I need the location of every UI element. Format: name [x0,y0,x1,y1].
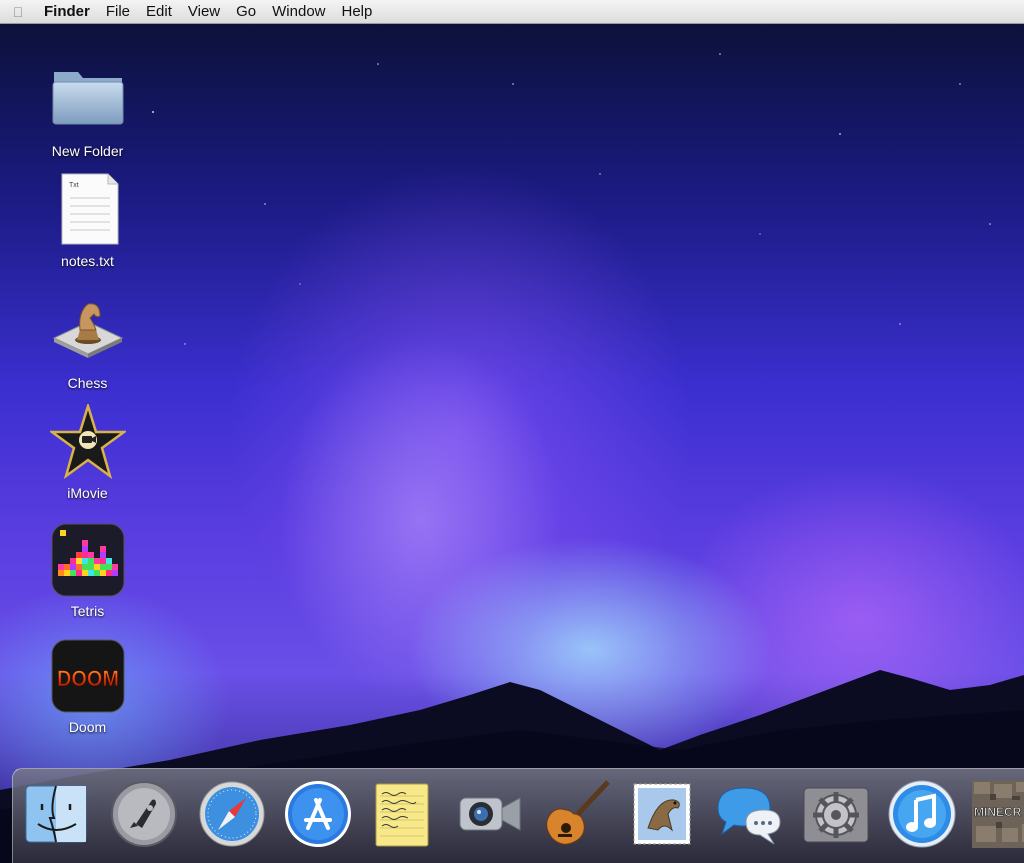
desktop-item-label: Doom [68,719,107,735]
menu-file[interactable]: File [98,0,138,23]
imovie-icon [47,401,128,480]
minecraft-icon: MINECR [972,780,1024,848]
safari-icon [199,781,265,847]
desktop-item-label: New Folder [51,143,124,159]
menu-go[interactable]: Go [228,0,264,23]
menu-view[interactable]: View [180,0,228,23]
dock-item-launchpad[interactable] [108,778,180,850]
txt-badge: Txt [69,182,79,189]
desktop-item-label: notes.txt [61,253,114,269]
desktop-item-doom[interactable]: DOOM Doom [40,638,135,736]
launchpad-icon [111,781,177,847]
dock-item-facetime[interactable] [454,778,526,850]
notes-icon [375,783,429,847]
tetris-icon [50,522,126,598]
desktop-item-label: Tetris [70,603,105,619]
menu-edit[interactable]: Edit [138,0,180,23]
finder-icon [25,785,87,843]
dock-item-finder[interactable] [20,778,92,850]
desktop-item-tetris[interactable]: Tetris [40,522,135,620]
stars [152,53,991,345]
chess-icon [50,294,126,370]
menu-help[interactable]: Help [334,0,381,23]
system-preferences-icon [803,787,869,843]
menu-app-name[interactable]: Finder [36,0,98,23]
folder-icon [50,62,126,138]
doom-icon: DOOM [50,638,126,714]
menu-window[interactable]: Window [264,0,333,23]
desktop-item-label: iMovie [67,485,108,501]
menu-bar:  Finder File Edit View Go Window Help [0,0,1024,24]
desktop[interactable]:  Finder File Edit View Go Window Help N… [0,0,1024,863]
desktop-item-label: Chess [67,375,108,391]
dock-item-app-store[interactable] [282,778,354,850]
dock-item-system-preferences[interactable] [800,778,872,850]
minecraft-label: MINECR [974,805,1022,819]
desktop-item-chess[interactable]: Chess [40,294,135,392]
desktop-item-imovie[interactable]: iMovie [40,401,135,502]
facetime-icon [459,797,521,831]
dock-item-safari[interactable] [196,778,268,850]
app-store-icon [285,781,351,847]
desktop-item-notes-txt[interactable]: Txt notes.txt [40,172,135,270]
dock-item-notes[interactable] [366,778,438,850]
mail-icon [633,783,691,845]
dock-item-garageband[interactable] [540,778,612,850]
dock-item-itunes[interactable] [886,778,958,850]
dock-item-minecraft[interactable]: MINECR [972,778,1024,850]
messages-icon [717,787,781,845]
doom-logo-text: DOOM [57,666,119,691]
desktop-item-new-folder[interactable]: New Folder [40,62,135,160]
garageband-icon [546,780,610,845]
dock-item-mail[interactable] [628,778,700,850]
text-file-icon: Txt [50,172,126,248]
apple-menu-icon[interactable]:  [0,0,36,23]
dock-item-messages[interactable] [712,778,784,850]
itunes-icon [888,780,956,848]
